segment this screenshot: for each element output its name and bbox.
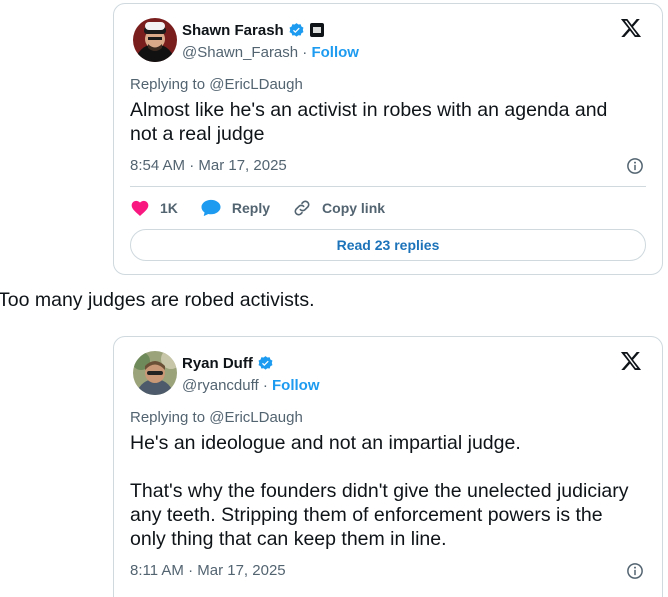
affiliation-badge-icon xyxy=(309,23,324,37)
article-paragraph: Too many judges are robed activists. xyxy=(0,289,315,311)
tweet-text: Almost like he's an activist in robes wi… xyxy=(130,99,608,145)
tweet-meta: 8:11 AM · Mar 17, 2025 xyxy=(130,559,646,583)
name-block: Shawn Farash @Shawn_Farash · Follow xyxy=(182,20,359,63)
speech-bubble-icon xyxy=(201,199,221,217)
separator: · xyxy=(258,377,272,394)
separator: · xyxy=(298,44,312,61)
link-icon xyxy=(294,200,310,216)
read-replies-button[interactable]: Read 23 replies xyxy=(130,229,646,261)
copy-link-label: Copy link xyxy=(322,200,386,216)
tweet-header: Ryan Duff @ryancduff · Follow xyxy=(130,349,646,401)
verified-badge-icon xyxy=(258,355,273,370)
replying-to[interactable]: Replying to @EricLDaugh xyxy=(130,407,646,429)
divider xyxy=(130,186,646,187)
like-count: 1K xyxy=(160,200,178,216)
handle-row: @Shawn_Farash · Follow xyxy=(182,43,359,63)
tweet-card[interactable]: Ryan Duff @ryancduff · Follow Replying t… xyxy=(113,336,663,597)
replying-to[interactable]: Replying to @EricLDaugh xyxy=(130,74,646,96)
tweet-card[interactable]: Shawn Farash @Shawn_Farash · Follow Repl… xyxy=(113,3,663,275)
display-name[interactable]: Shawn Farash xyxy=(182,22,284,39)
like-button[interactable]: 1K xyxy=(130,198,178,218)
tweet-text: He's an ideologue and not an impartial j… xyxy=(130,432,629,550)
x-logo-icon[interactable] xyxy=(620,350,642,372)
handle[interactable]: @ryancduff xyxy=(182,377,259,394)
copy-link-button[interactable]: Copy link xyxy=(292,198,385,218)
avatar[interactable] xyxy=(133,18,177,62)
follow-button[interactable]: Follow xyxy=(311,44,359,61)
info-icon[interactable] xyxy=(626,157,644,175)
reply-button[interactable]: Reply xyxy=(200,198,270,218)
heart-icon xyxy=(131,200,149,216)
x-logo-icon[interactable] xyxy=(620,17,642,39)
info-icon[interactable] xyxy=(626,562,644,580)
reply-label: Reply xyxy=(231,200,271,216)
verified-badge-icon xyxy=(289,22,304,37)
display-name[interactable]: Ryan Duff xyxy=(182,355,253,372)
page: Shawn Farash @Shawn_Farash · Follow Repl… xyxy=(0,0,668,597)
tweet-meta: 8:54 AM · Mar 17, 2025 xyxy=(130,154,646,178)
timestamp[interactable]: 8:54 AM · Mar 17, 2025 xyxy=(130,157,287,174)
avatar[interactable] xyxy=(133,351,177,395)
name-block: Ryan Duff @ryancduff · Follow xyxy=(182,353,320,396)
handle[interactable]: @Shawn_Farash xyxy=(182,44,298,61)
follow-button[interactable]: Follow xyxy=(272,377,320,394)
tweet-header: Shawn Farash @Shawn_Farash · Follow xyxy=(130,16,646,68)
timestamp[interactable]: 8:11 AM · Mar 17, 2025 xyxy=(130,562,286,579)
handle-row: @ryancduff · Follow xyxy=(182,376,320,396)
action-row: 1K Reply Copy link xyxy=(130,188,646,228)
